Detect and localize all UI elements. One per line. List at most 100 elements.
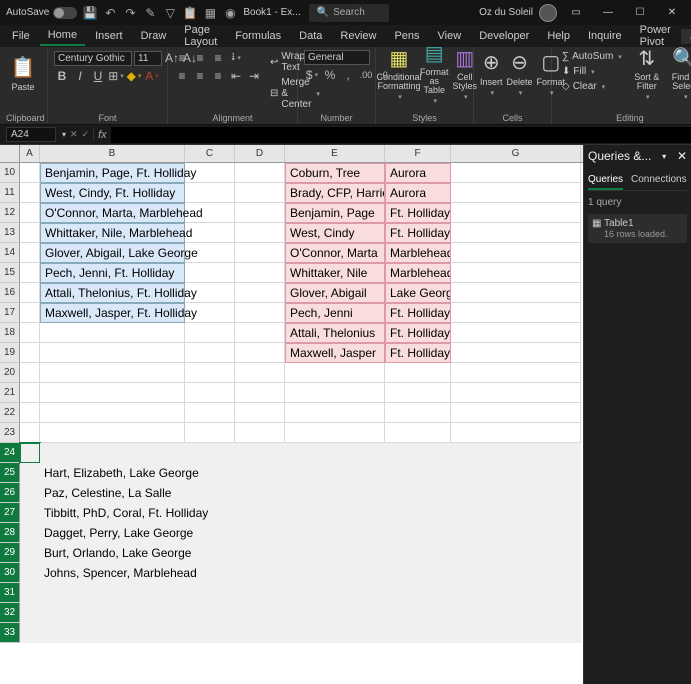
tab-connections[interactable]: Connections xyxy=(631,171,687,190)
cell[interactable] xyxy=(285,383,385,403)
template-icon[interactable]: ▦ xyxy=(203,6,217,20)
cell[interactable] xyxy=(285,563,385,583)
cell[interactable] xyxy=(235,243,285,263)
cell[interactable] xyxy=(235,163,285,183)
cell[interactable] xyxy=(185,443,235,463)
cell[interactable] xyxy=(385,503,451,523)
cell[interactable] xyxy=(235,343,285,363)
queries-pane-dropdown-icon[interactable]: ▾ xyxy=(662,152,666,161)
cell[interactable] xyxy=(185,263,235,283)
formula-input[interactable] xyxy=(111,127,691,143)
row-header[interactable]: 28 xyxy=(0,523,20,543)
cell[interactable] xyxy=(20,503,40,523)
border-icon[interactable]: ⊞ xyxy=(108,68,124,84)
currency-icon[interactable]: $ xyxy=(304,67,320,83)
cell[interactable] xyxy=(235,183,285,203)
menu-tab-inquire[interactable]: Inquire xyxy=(580,27,630,45)
row-header[interactable]: 10 xyxy=(0,163,20,183)
cell[interactable] xyxy=(40,443,185,463)
cell[interactable] xyxy=(20,363,40,383)
cell[interactable] xyxy=(185,363,235,383)
cell[interactable] xyxy=(185,583,235,603)
cell[interactable]: Brady, CFP, Harriet xyxy=(285,183,385,203)
clear-button[interactable]: ◇Clear xyxy=(558,80,626,93)
cell[interactable] xyxy=(235,403,285,423)
cell[interactable] xyxy=(235,363,285,383)
row-header[interactable]: 24 xyxy=(0,443,20,463)
row-header[interactable]: 13 xyxy=(0,223,20,243)
cell[interactable] xyxy=(20,203,40,223)
cell[interactable] xyxy=(185,323,235,343)
cell[interactable] xyxy=(20,583,40,603)
cell[interactable] xyxy=(20,343,40,363)
clipboard-icon[interactable]: 📋 xyxy=(183,6,197,20)
cell[interactable]: O'Connor, Marta xyxy=(285,243,385,263)
menu-tab-pens[interactable]: Pens xyxy=(386,27,427,45)
cell[interactable] xyxy=(451,523,581,543)
decrease-decimal-icon[interactable]: .0 xyxy=(376,67,392,83)
fill-button[interactable]: ⬇Fill xyxy=(558,65,626,78)
cell[interactable] xyxy=(20,483,40,503)
cell[interactable] xyxy=(20,543,40,563)
cell[interactable] xyxy=(385,603,451,623)
cell[interactable] xyxy=(451,263,581,283)
cell[interactable] xyxy=(285,483,385,503)
name-box[interactable] xyxy=(6,127,56,142)
pen-icon[interactable]: ✎ xyxy=(143,6,157,20)
row-header[interactable]: 27 xyxy=(0,503,20,523)
enter-formula-icon[interactable]: ✓ xyxy=(82,129,90,140)
cell[interactable]: Marblehead xyxy=(385,263,451,283)
cell[interactable] xyxy=(451,343,581,363)
cell[interactable] xyxy=(235,623,285,643)
cell[interactable] xyxy=(385,463,451,483)
tab-queries[interactable]: Queries xyxy=(588,171,623,190)
cell[interactable]: Attali, Thelonius, Ft. Holliday xyxy=(40,283,185,303)
cell[interactable] xyxy=(451,623,581,643)
cell[interactable] xyxy=(235,443,285,463)
cell[interactable] xyxy=(235,263,285,283)
select-all-corner[interactable] xyxy=(0,145,20,162)
cell[interactable] xyxy=(385,623,451,643)
row-header[interactable]: 22 xyxy=(0,403,20,423)
row-header[interactable]: 14 xyxy=(0,243,20,263)
cell[interactable] xyxy=(385,583,451,603)
cell[interactable] xyxy=(185,223,235,243)
cell[interactable] xyxy=(185,423,235,443)
align-top-icon[interactable]: ≡ xyxy=(174,50,190,66)
cell[interactable] xyxy=(451,403,581,423)
redo-icon[interactable]: ↷ xyxy=(123,6,137,20)
number-format-select[interactable] xyxy=(304,50,370,65)
cell[interactable] xyxy=(20,263,40,283)
autosum-button[interactable]: ∑AutoSum xyxy=(558,50,626,63)
menu-tab-review[interactable]: Review xyxy=(332,27,384,45)
align-right-icon[interactable]: ≡ xyxy=(210,68,226,84)
cell[interactable] xyxy=(20,423,40,443)
menu-tab-insert[interactable]: Insert xyxy=(87,27,131,45)
cell[interactable]: Attali, Thelonius xyxy=(285,323,385,343)
row-header[interactable]: 18 xyxy=(0,323,20,343)
cell[interactable]: O'Connor, Marta, Marblehead xyxy=(40,203,185,223)
cell[interactable]: Ft. Holliday xyxy=(385,343,451,363)
cell[interactable] xyxy=(235,303,285,323)
orientation-icon[interactable]: ⭭ xyxy=(228,50,244,66)
indent-increase-icon[interactable]: ⇥ xyxy=(246,68,262,84)
row-header[interactable]: 17 xyxy=(0,303,20,323)
cell[interactable] xyxy=(185,383,235,403)
cell[interactable] xyxy=(451,483,581,503)
cell[interactable]: Burt, Orlando, Lake George xyxy=(40,543,185,563)
cell[interactable] xyxy=(235,583,285,603)
cell[interactable] xyxy=(285,363,385,383)
cell[interactable] xyxy=(20,523,40,543)
row-header[interactable]: 30 xyxy=(0,563,20,583)
align-left-icon[interactable]: ≡ xyxy=(174,68,190,84)
row-header[interactable]: 29 xyxy=(0,543,20,563)
autosave-toggle[interactable]: AutoSave xyxy=(6,7,77,19)
cell[interactable] xyxy=(20,303,40,323)
col-header[interactable]: E xyxy=(285,145,385,162)
col-header[interactable]: B xyxy=(40,145,185,162)
cell[interactable]: Ft. Holliday xyxy=(385,323,451,343)
cell[interactable] xyxy=(451,323,581,343)
cell[interactable]: Paz, Celestine, La Salle xyxy=(40,483,185,503)
cell[interactable] xyxy=(385,523,451,543)
row-header[interactable]: 33 xyxy=(0,623,20,643)
